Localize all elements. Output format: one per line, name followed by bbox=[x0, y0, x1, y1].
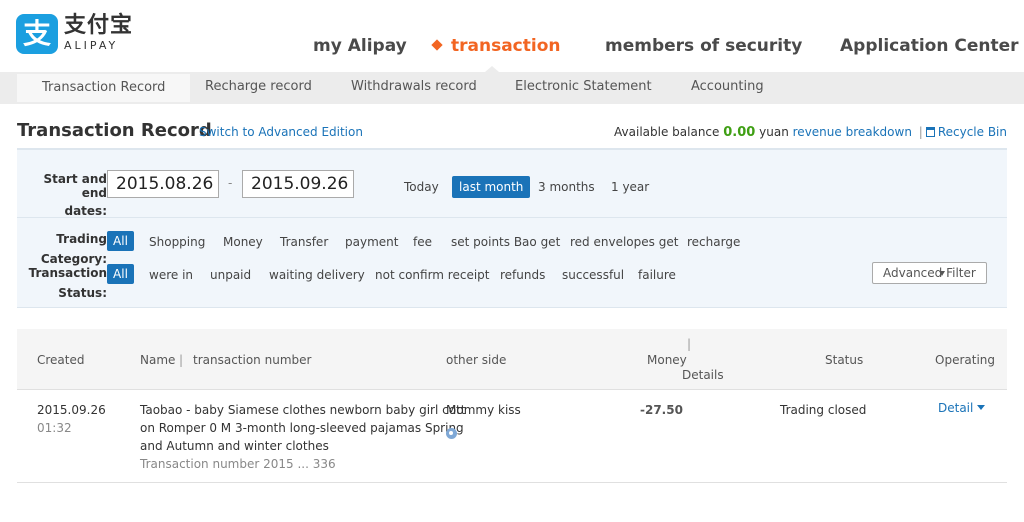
header: 支 支付宝 ALIPAY my Alipay transaction membe… bbox=[0, 0, 1024, 72]
nav-transaction[interactable]: transaction bbox=[431, 36, 561, 56]
category-option[interactable]: fee bbox=[413, 235, 432, 249]
row-status: Trading closed bbox=[780, 403, 867, 417]
status-label-line1: Transaction bbox=[28, 266, 107, 280]
category-option[interactable]: Transfer bbox=[280, 235, 328, 249]
balance-label: Available balance bbox=[614, 125, 720, 139]
status-option[interactable]: waiting delivery bbox=[269, 268, 365, 282]
row-date: 2015.09.26 bbox=[37, 403, 106, 417]
balance-amount: 0.00 bbox=[723, 125, 756, 140]
row-detail-button[interactable]: Detail bbox=[938, 401, 986, 415]
row-amount: -27.50 bbox=[640, 403, 683, 417]
col-transaction-number: transaction number bbox=[193, 353, 312, 367]
switch-advanced-link[interactable]: Switch to Advanced Edition bbox=[199, 125, 363, 139]
balance-separator: | bbox=[918, 125, 923, 139]
nav-application-center[interactable]: Application Center bbox=[840, 36, 1019, 56]
status-option[interactable]: not confirm receipt bbox=[375, 268, 490, 282]
advanced-filter-button[interactable]: Advanced Filter bbox=[872, 262, 987, 284]
range-last-month[interactable]: last month bbox=[452, 176, 531, 198]
status-option[interactable]: failure bbox=[638, 268, 676, 282]
status-option[interactable]: were in bbox=[149, 268, 193, 282]
status-option[interactable]: unpaid bbox=[210, 268, 251, 282]
subnav-recharge-record[interactable]: Recharge record bbox=[205, 72, 312, 100]
sub-nav: Transaction Record Recharge record Withd… bbox=[0, 72, 1024, 104]
col-name-separator: | bbox=[179, 353, 184, 367]
active-indicator-icon bbox=[431, 39, 443, 51]
start-date-input[interactable] bbox=[107, 170, 219, 198]
category-option[interactable]: set points Bao get bbox=[451, 235, 560, 249]
nav-my-alipay[interactable]: my Alipay bbox=[313, 36, 407, 56]
col-name: Name bbox=[140, 353, 176, 367]
recycle-bin-label: Recycle Bin bbox=[937, 125, 1007, 139]
col-money-separator: | bbox=[687, 337, 692, 351]
balance-bar: Available balance 0.00 yuan revenue brea… bbox=[614, 125, 1007, 140]
status-option[interactable]: successful bbox=[562, 268, 624, 282]
chat-contact-icon[interactable] bbox=[446, 428, 457, 439]
nav-transaction-label: transaction bbox=[451, 36, 561, 56]
status-label-line2: Status: bbox=[58, 286, 107, 300]
filter-panel: Start and end dates: - Today last month … bbox=[17, 148, 1007, 308]
category-label-line1: Trading bbox=[56, 232, 107, 246]
logo-chinese-text: 支付宝 bbox=[64, 13, 134, 38]
category-all-button[interactable]: All bbox=[107, 231, 134, 251]
category-option[interactable]: red envelopes get bbox=[570, 235, 678, 249]
category-option[interactable]: Money bbox=[223, 235, 263, 249]
range-3-months[interactable]: 3 months bbox=[538, 180, 595, 194]
col-created: Created bbox=[37, 353, 85, 367]
recycle-bin-link[interactable]: Recycle Bin bbox=[925, 125, 1007, 139]
revenue-breakdown-link[interactable]: revenue breakdown bbox=[793, 125, 912, 139]
advanced-filter-label: Advanced Filter bbox=[883, 266, 976, 280]
balance-unit: yuan bbox=[759, 125, 789, 139]
row-detail-label: Detail bbox=[938, 401, 974, 415]
category-label-line2: Category: bbox=[40, 252, 107, 266]
trash-icon bbox=[925, 127, 935, 137]
subnav-electronic-statement[interactable]: Electronic Statement bbox=[515, 72, 652, 100]
date-label-line1: Start and end bbox=[43, 172, 107, 200]
subnav-accounting[interactable]: Accounting bbox=[691, 72, 764, 100]
row-time: 01:32 bbox=[37, 421, 72, 435]
row-transaction-number: Transaction number 2015 ... 336 bbox=[140, 457, 336, 471]
status-option[interactable]: refunds bbox=[500, 268, 545, 282]
subnav-withdrawals-record[interactable]: Withdrawals record bbox=[351, 72, 477, 100]
date-dash: - bbox=[228, 176, 233, 190]
end-date-input[interactable] bbox=[242, 170, 354, 198]
table-row: 2015.09.26 01:32 Taobao - baby Siamese c… bbox=[17, 390, 1007, 483]
page-title: Transaction Record bbox=[17, 120, 212, 141]
date-range-label: Start and end bbox=[23, 172, 107, 200]
main-nav: my Alipay transaction members of securit… bbox=[0, 36, 1024, 56]
subnav-transaction-record[interactable]: Transaction Record bbox=[17, 74, 191, 102]
title-row: Transaction Record Switch to Advanced Ed… bbox=[17, 118, 1007, 146]
range-1-year[interactable]: 1 year bbox=[611, 180, 649, 194]
date-label-line2: dates: bbox=[64, 204, 107, 218]
table-header: Created Name | transaction number other … bbox=[17, 329, 1007, 390]
range-today[interactable]: Today bbox=[404, 180, 439, 194]
status-all-button[interactable]: All bbox=[107, 264, 134, 284]
chevron-down-icon bbox=[977, 405, 986, 410]
row-item-name-line1[interactable]: Taobao - baby Siamese clothes newborn ba… bbox=[140, 401, 465, 419]
row-item-name-line3[interactable]: and Autumn and winter clothes bbox=[140, 437, 329, 455]
col-other-side: other side bbox=[446, 353, 507, 367]
dropdown-caret-icon bbox=[939, 271, 945, 276]
col-details: Details bbox=[682, 368, 724, 382]
col-operating: Operating bbox=[935, 353, 995, 367]
nav-members-of-security[interactable]: members of security bbox=[605, 36, 802, 56]
col-money: Money bbox=[647, 353, 687, 367]
category-option[interactable]: payment bbox=[345, 235, 398, 249]
col-status: Status bbox=[825, 353, 864, 367]
row-other-side[interactable]: Mommy kiss bbox=[446, 401, 521, 419]
category-option[interactable]: recharge bbox=[687, 235, 740, 249]
category-option[interactable]: Shopping bbox=[149, 235, 205, 249]
date-filter-row: Start and end dates: - Today last month … bbox=[17, 150, 1007, 218]
row-item-name-line2[interactable]: on Romper 0 M 3-month long-sleeved pajam… bbox=[140, 419, 464, 437]
